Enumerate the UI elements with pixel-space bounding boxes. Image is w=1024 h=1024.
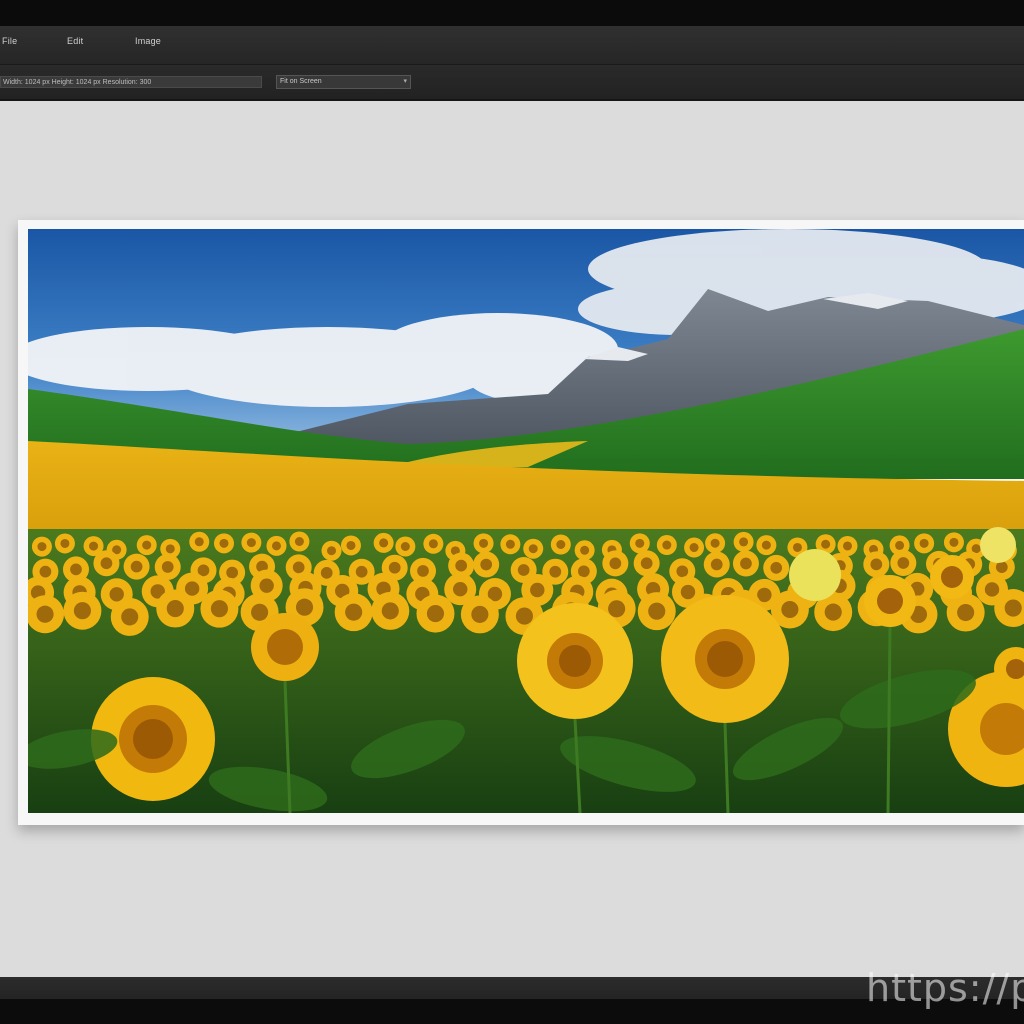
distant-sunflower-center: [100, 557, 113, 570]
document-canvas[interactable]: [18, 220, 1024, 825]
distant-sunflower-center: [381, 602, 399, 620]
distant-sunflower-center: [161, 561, 174, 573]
distant-sunflower-center: [515, 607, 533, 625]
distant-sunflower-center: [428, 539, 438, 549]
menu-item-edit[interactable]: Edit: [67, 36, 83, 46]
distant-sunflower-center: [346, 540, 356, 550]
distant-sunflower-center: [662, 540, 672, 550]
distant-sunflower-center: [355, 565, 368, 578]
zoom-select[interactable]: Fit on Screen ▾: [276, 75, 411, 89]
distant-sunflower-center: [130, 560, 143, 573]
distant-sunflower-center: [781, 600, 799, 619]
distant-sunflower-center: [60, 538, 70, 548]
editor-window: File Edit Image Width: 1024 px Height: 1…: [0, 0, 1024, 1024]
distant-sunflower-center: [549, 565, 562, 578]
distant-sunflower-center: [870, 558, 883, 571]
distant-sunflower-center: [821, 539, 831, 549]
distant-sunflower-center: [740, 557, 752, 570]
landscape-photo: [28, 229, 1024, 813]
distant-sunflower-center: [219, 538, 229, 548]
distant-sunflower-center: [400, 542, 410, 552]
distant-sunflower-center: [792, 542, 802, 552]
distant-sunflower-center: [89, 541, 99, 551]
distant-sunflower-center: [710, 538, 720, 548]
distant-sunflower-center: [577, 565, 590, 578]
distant-sunflower-center: [984, 582, 1000, 597]
distant-sunflower-center: [471, 605, 489, 623]
distant-sunflower-center: [528, 544, 538, 554]
zoom-select-value: Fit on Screen: [280, 78, 322, 85]
distant-sunflower-center: [919, 538, 929, 548]
distant-sunflower-center: [1004, 599, 1022, 617]
distant-sunflower-center: [895, 540, 905, 550]
distant-sunflower-center: [640, 557, 653, 570]
distant-sunflower-center: [37, 542, 47, 552]
distant-sunflower-center: [251, 603, 269, 621]
distant-sunflower-center: [480, 558, 493, 571]
distant-sunflower-center: [689, 543, 699, 553]
distant-sunflower-center: [608, 600, 626, 618]
distant-sunflower-center: [957, 603, 975, 622]
distant-sunflower-center: [635, 538, 645, 548]
distant-sunflower-center: [770, 562, 783, 574]
distant-sunflower-center: [166, 599, 184, 618]
distant-sunflower-center: [680, 584, 696, 600]
distant-sunflower-center: [184, 581, 200, 596]
distant-sunflower-center: [345, 603, 363, 621]
chevron-down-icon: ▾: [403, 78, 407, 85]
distant-sunflower-center: [530, 582, 545, 598]
distant-sunflower-center: [165, 544, 175, 554]
distant-sunflower-center: [517, 564, 530, 576]
distant-sunflower-center: [259, 578, 274, 593]
distant-sunflower-center: [995, 561, 1008, 573]
sunflower-field-image: [28, 229, 1024, 813]
distant-sunflower-center: [295, 598, 314, 616]
distant-sunflower-center: [710, 558, 723, 571]
distant-sunflower-center: [453, 582, 468, 597]
distant-sunflower-center: [121, 608, 139, 626]
distant-sunflower-center: [609, 557, 622, 570]
distant-sunflower-center: [676, 565, 689, 578]
title-bar: [0, 0, 1024, 26]
distant-sunflower-center: [843, 541, 853, 551]
distant-sunflower-center: [824, 603, 842, 621]
distant-sunflower-center: [246, 538, 256, 548]
distant-sunflower-center: [320, 567, 333, 579]
distant-sunflower-center: [897, 557, 910, 569]
distant-sunflower-center: [226, 566, 238, 579]
options-field[interactable]: Width: 1024 px Height: 1024 px Resolutio…: [0, 76, 262, 88]
distant-sunflower-center: [292, 561, 305, 574]
distant-sunflower-center: [580, 545, 590, 555]
distant-sunflower-center: [194, 537, 204, 547]
distant-sunflower-center: [210, 600, 228, 618]
distant-sunflower-center: [327, 546, 337, 556]
menu-item-file[interactable]: File: [2, 36, 17, 46]
distant-sunflower-center: [479, 538, 489, 548]
watermark-text: https://pr: [866, 966, 1024, 1010]
distant-sunflower-center: [271, 541, 281, 551]
distant-sunflower-center: [70, 563, 82, 576]
distant-sunflower-center: [761, 540, 771, 550]
distant-sunflower-center: [455, 559, 468, 572]
distant-sunflower-center: [388, 561, 401, 574]
distant-sunflower-center: [73, 602, 91, 620]
distant-sunflower-center: [417, 565, 429, 577]
distant-sunflower-center: [648, 602, 666, 620]
distant-sunflower-center: [109, 587, 124, 602]
distant-sunflower-center: [426, 605, 445, 623]
distant-sunflower-center: [36, 605, 54, 623]
menu-bar: File Edit Image: [0, 26, 1024, 65]
distant-sunflower-center: [379, 538, 389, 548]
distant-sunflower-center: [556, 540, 566, 550]
options-bar: Width: 1024 px Height: 1024 px Resolutio…: [0, 65, 1024, 101]
menu-item-image[interactable]: Image: [135, 36, 161, 46]
distant-sunflower-center: [142, 540, 152, 550]
distant-sunflower-center: [949, 537, 959, 547]
distant-sunflower-center: [39, 565, 52, 578]
distant-sunflower-center: [739, 537, 749, 547]
distant-sunflower-center: [505, 539, 515, 549]
distant-sunflower-center: [294, 537, 304, 547]
